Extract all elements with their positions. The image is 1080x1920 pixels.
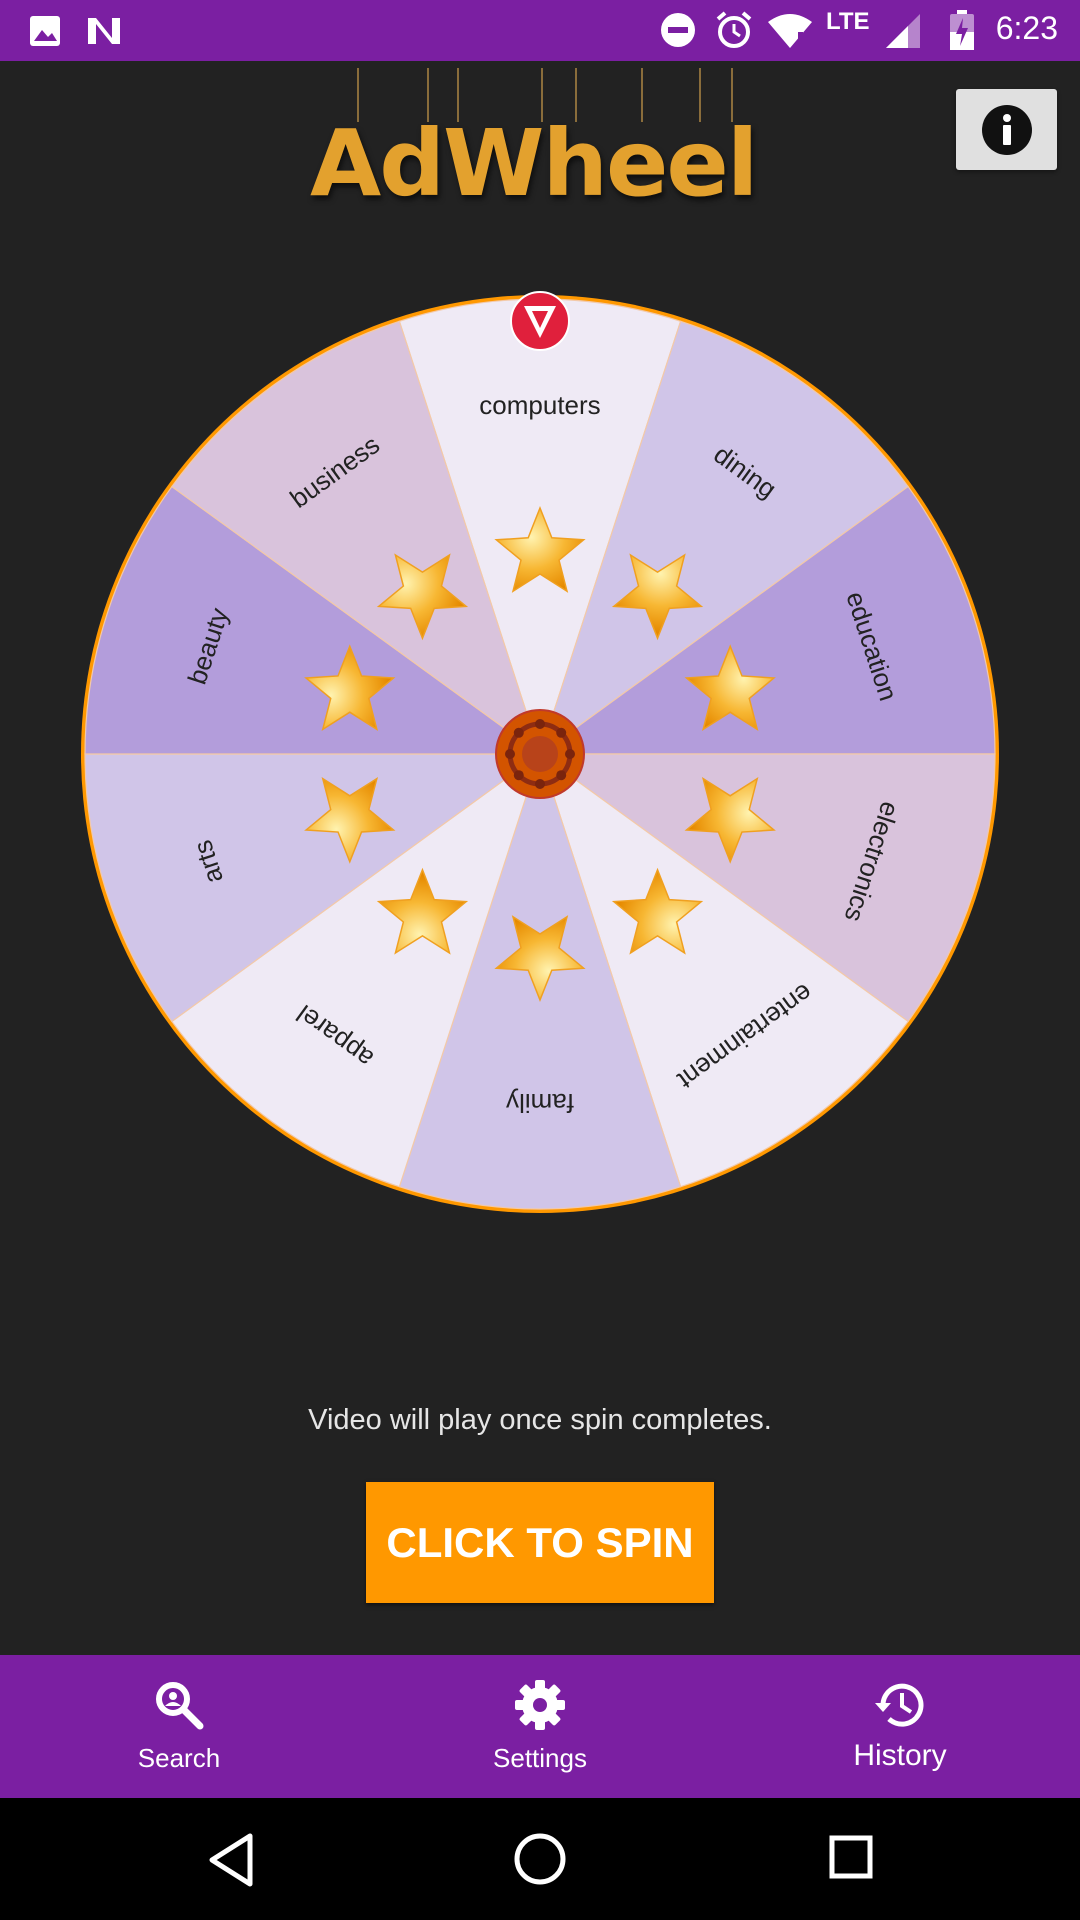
wifi-icon <box>768 14 812 48</box>
logo-text: AdWheel <box>310 110 758 217</box>
bottom-navigation: Search Settings History <box>0 1655 1080 1798</box>
battery-charging-icon <box>950 10 974 50</box>
nav-label-history: History <box>853 1739 947 1772</box>
spin-button[interactable]: CLICK TO SPIN <box>366 1482 714 1603</box>
n-logo-icon <box>88 18 120 44</box>
nav-label-settings: Settings <box>493 1743 587 1773</box>
recents-icon[interactable] <box>828 1834 874 1880</box>
back-icon[interactable] <box>206 1832 258 1888</box>
nav-item-search[interactable]: Search <box>79 1655 279 1798</box>
spin-caption: Video will play once spin completes. <box>308 1404 772 1436</box>
signal-icon <box>886 14 920 48</box>
status-bar: LTE 6:23 <box>0 0 1080 61</box>
prize-wheel[interactable]: computersdiningeducationelectronicsenter… <box>76 290 1004 1218</box>
image-icon <box>30 16 60 46</box>
info-icon <box>981 104 1032 155</box>
home-icon[interactable] <box>513 1832 567 1886</box>
app-logo: AdWheel <box>310 64 758 224</box>
network-type: LTE <box>826 8 870 35</box>
nav-item-settings[interactable]: Settings <box>440 1655 640 1798</box>
info-button[interactable] <box>956 89 1057 170</box>
wheel-hub <box>495 709 585 799</box>
settings-icon <box>515 1680 565 1730</box>
do-not-disturb-icon <box>661 13 695 47</box>
clock: 6:23 <box>995 10 1058 46</box>
history-icon <box>875 1683 924 1727</box>
nav-item-history[interactable]: History <box>800 1655 1000 1798</box>
system-navigation-bar <box>0 1798 1080 1920</box>
nav-label-search: Search <box>137 1743 221 1773</box>
wheel-segment-label: family <box>506 1088 574 1118</box>
wheel-pointer-icon <box>510 291 570 351</box>
wheel-segment-label: computers <box>479 390 600 420</box>
alarm-icon <box>716 11 752 48</box>
search-icon <box>156 1682 204 1730</box>
